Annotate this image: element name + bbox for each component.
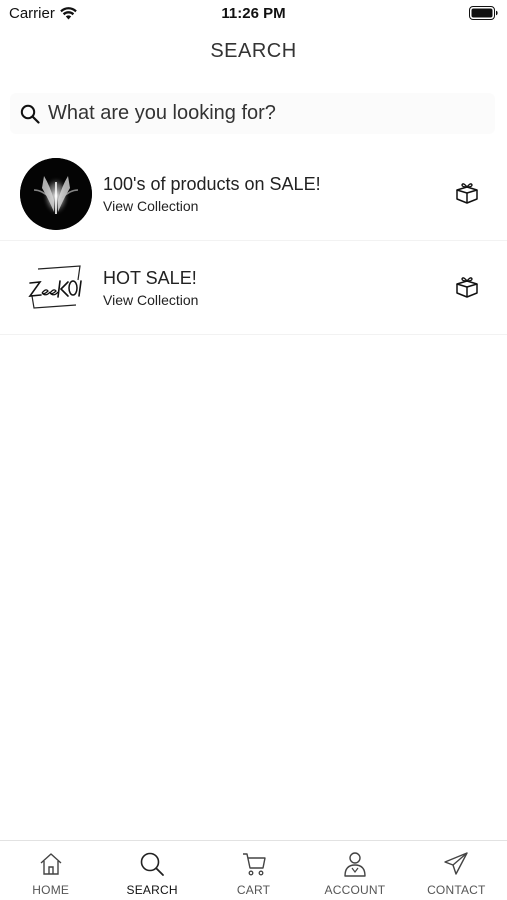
tab-bar: HOME SEARCH CART ACCOUNT CONTACT [0, 840, 507, 900]
tab-contact-label: CONTACT [427, 883, 486, 897]
battery-icon [469, 6, 498, 20]
collection-list: 100's of products on SALE! View Collecti… [0, 147, 507, 335]
collection-text: 100's of products on SALE! View Collecti… [103, 173, 321, 214]
page-title: SEARCH [210, 40, 297, 62]
status-bar: Carrier 11:26 PM [0, 0, 507, 30]
sale-collection-image [20, 157, 92, 230]
status-time: 11:26 PM [221, 5, 286, 22]
collection-thumbnail [20, 252, 92, 324]
tab-account[interactable]: ACCOUNT [304, 841, 405, 900]
account-icon [344, 852, 366, 877]
tab-home-label: HOME [32, 883, 70, 897]
tab-cart-label: CART [236, 883, 271, 897]
search-input[interactable] [48, 102, 468, 125]
view-collection-link[interactable]: View Collection [103, 198, 321, 214]
gift-icon [456, 182, 478, 204]
collection-title: 100's of products on SALE! [103, 174, 321, 194]
search-bar[interactable] [10, 93, 495, 134]
collection-thumbnail [20, 157, 92, 230]
tab-home[interactable]: HOME [0, 841, 101, 900]
list-item[interactable]: 100's of products on SALE! View Collecti… [0, 147, 507, 241]
view-collection-link[interactable]: View Collection [103, 292, 198, 308]
home-icon [40, 853, 62, 875]
collection-title: HOT SALE! [103, 268, 197, 288]
tab-search-label: SEARCH [126, 883, 178, 897]
search-screen: Carrier 11:26 PM SEARCH What are you loo… [0, 0, 507, 900]
tab-account-label: ACCOUNT [324, 883, 386, 897]
paper-plane-icon [444, 852, 469, 875]
search-icon [20, 104, 40, 124]
list-item[interactable]: HOT SALE! View Collection [0, 241, 507, 335]
gift-icon [456, 276, 478, 298]
tab-cart[interactable]: CART [203, 841, 304, 900]
collection-text: HOT SALE! View Collection [103, 267, 198, 308]
cart-icon [242, 853, 266, 876]
zeekoi-logo [28, 264, 82, 309]
tab-search[interactable]: SEARCH [101, 841, 202, 900]
search-icon [140, 852, 165, 876]
tab-contact[interactable]: CONTACT [406, 841, 507, 900]
